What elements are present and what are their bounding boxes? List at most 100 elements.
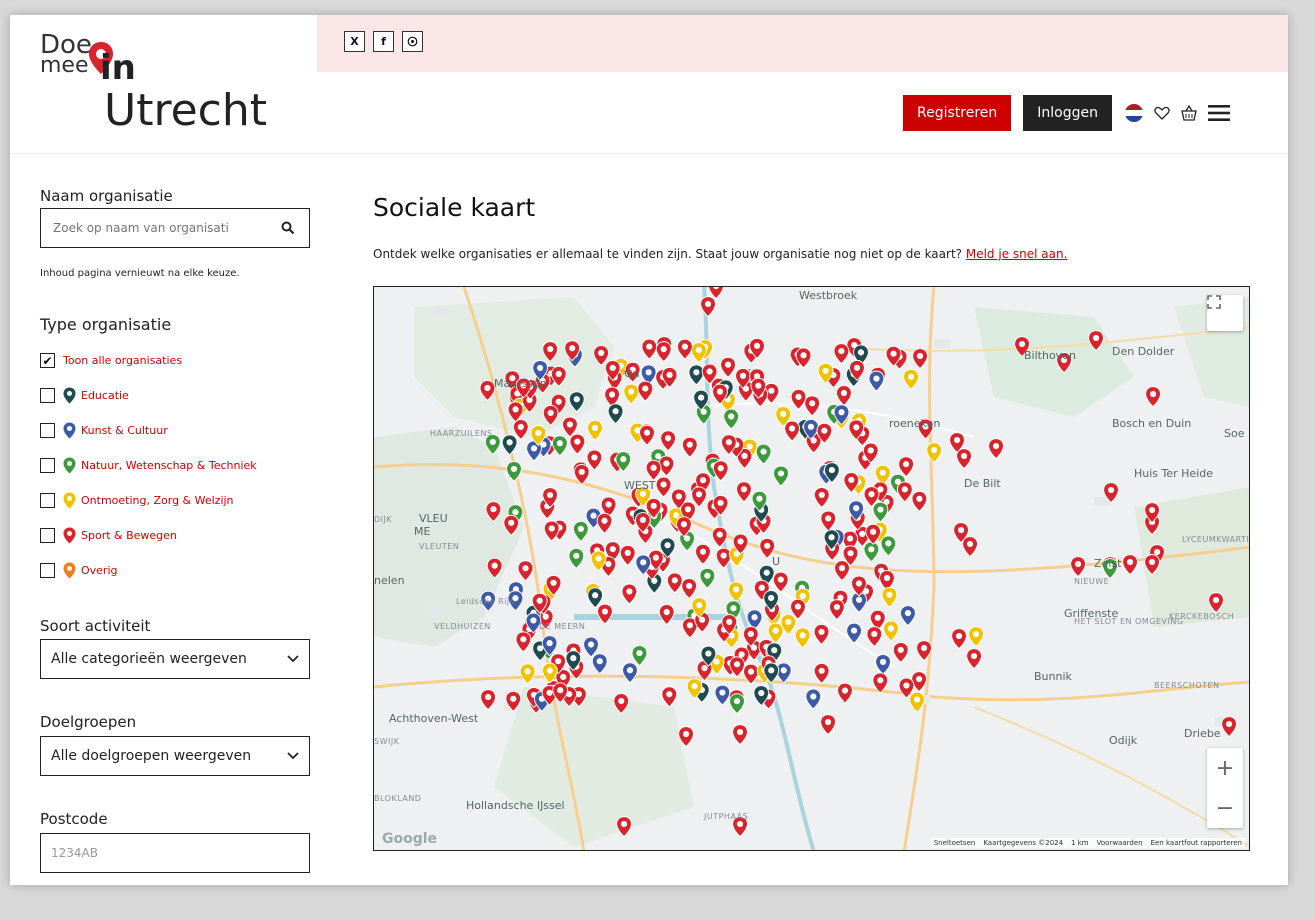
type-filter-label: Natuur, Wetenschap & Techniek [81, 459, 257, 472]
checkbox[interactable]: ✔ [40, 353, 55, 368]
attrib-shortcuts[interactable]: Sneltoetsen [934, 839, 976, 847]
map-district-label: DIJK [374, 515, 393, 524]
refresh-note: Inhoud pagina vernieuwt na elke keuze. [40, 268, 240, 279]
heart-icon[interactable] [1154, 106, 1170, 120]
basket-icon[interactable] [1180, 105, 1198, 121]
activity-select[interactable]: Alle categorieën weergeven [40, 639, 310, 679]
type-filter-item[interactable]: ✔ Toon alle organisaties [40, 343, 257, 378]
map-place-label: Maarssen [494, 377, 547, 390]
map-place-label: Bosch en Duin [1112, 417, 1192, 430]
header-actions: Registreren Inloggen [903, 95, 1230, 131]
type-filter-item[interactable]: Overig [40, 553, 257, 588]
intro-body: Ontdek welke organisaties er allemaal te… [373, 247, 963, 261]
activity-select-value: Alle categorieën weergeven [51, 651, 247, 667]
site-logo[interactable]: Doe mee in Utrecht [40, 32, 310, 143]
type-filter-item[interactable]: Sport & Bewegen [40, 518, 257, 553]
org-search-box [40, 208, 310, 248]
zoom-control: + − [1207, 748, 1243, 828]
logo-in: in [100, 48, 136, 88]
type-filter-label: Educatie [81, 389, 129, 402]
register-button[interactable]: Registreren [903, 95, 1012, 131]
fullscreen-button[interactable] [1207, 295, 1243, 331]
fullscreen-icon [1207, 295, 1221, 309]
target-label: Doelgroepen [40, 713, 137, 731]
checkbox[interactable] [40, 493, 55, 508]
map-place-label: Ou [624, 367, 640, 380]
map-attribution: Sneltoetsen Kaartgegevens ©2024 1 km Voo… [930, 838, 1245, 848]
category-pin-icon [63, 492, 76, 509]
chevron-down-icon [287, 655, 299, 663]
header-band [317, 15, 1288, 72]
zoom-out-button[interactable]: − [1207, 788, 1243, 828]
type-filter-item[interactable]: Natuur, Wetenschap & Techniek [40, 448, 257, 483]
map-place-label: De Bilt [964, 477, 1001, 490]
social-links: X f [344, 31, 423, 52]
signup-link[interactable]: Meld je snel aan. [966, 247, 1068, 261]
map-district-label: HAARZUILENS [430, 429, 493, 438]
map-district-label: JUTPHAAS [704, 812, 749, 821]
type-filter-item[interactable]: Ontmoeting, Zorg & Welzijn [40, 483, 257, 518]
header-divider [10, 153, 1288, 154]
type-filter-label: Sport & Bewegen [81, 529, 177, 542]
category-pin-icon [63, 562, 76, 579]
type-filter-item[interactable]: Educatie [40, 378, 257, 413]
zoom-in-button[interactable]: + [1207, 748, 1243, 788]
category-pin-icon [63, 422, 76, 439]
menu-icon[interactable] [1208, 104, 1230, 122]
type-filter-label: Kunst & Cultuur [81, 424, 168, 437]
language-flag-icon[interactable] [1124, 103, 1144, 123]
login-button[interactable]: Inloggen [1023, 95, 1112, 131]
postcode-input[interactable]: 1234AB [40, 833, 310, 873]
map-place-label: Hollandsche IJssel [466, 799, 565, 812]
map-place-label: Zeist [1094, 557, 1122, 570]
checkbox[interactable] [40, 563, 55, 578]
checkbox[interactable] [40, 388, 55, 403]
search-icon[interactable] [281, 221, 295, 235]
logo-utrecht: Utrecht [104, 85, 267, 136]
type-filter-label: Ontmoeting, Zorg & Welzijn [81, 494, 234, 507]
attrib-terms[interactable]: Voorwaarden [1097, 839, 1143, 847]
map-place-label: ME [414, 525, 431, 538]
map-district-label: VELDHUIZEN [434, 622, 491, 631]
checkbox[interactable] [40, 423, 55, 438]
facebook-icon[interactable]: f [373, 31, 394, 52]
type-filter-item[interactable]: Kunst & Cultuur [40, 413, 257, 448]
x-icon[interactable]: X [344, 31, 365, 52]
map-place-label: U [772, 555, 781, 568]
map-district-label: BEERSCHOTEN [1154, 681, 1220, 690]
map-district-label: Leidsche Rijn [456, 597, 516, 606]
org-search-input[interactable] [51, 220, 281, 236]
chevron-down-icon [287, 752, 299, 760]
target-select-value: Alle doelgroepen weergeven [51, 748, 252, 764]
map-container[interactable]: Westbroek Maarssen Den Dolder Bilthoven Bosc… [373, 286, 1250, 851]
map-district-label: SWIJK [374, 737, 400, 746]
whatsapp-icon[interactable] [402, 31, 423, 52]
map-place-label: Huis Ter Heide [1134, 467, 1214, 480]
attrib-mapdata[interactable]: Kaartgegevens ©2024 [983, 839, 1063, 847]
page-frame: Doe mee in Utrecht X f Registreren Inlog… [10, 15, 1288, 885]
type-filter-list: ✔ Toon alle organisaties Educatie Kunst & C… [40, 343, 257, 588]
logo-mee: mee [40, 53, 89, 78]
map-place-label: roenekan [889, 417, 941, 430]
map-place-label: Driebe [1184, 727, 1221, 740]
map-place-label: nelen [374, 574, 405, 587]
map-district-label: DE MEERN [539, 622, 586, 631]
map-place-label: VLEU [419, 512, 448, 525]
google-logo: Google [382, 831, 438, 847]
map-place-label: WEST [624, 479, 656, 492]
org-name-label: Naam organisatie [40, 187, 173, 205]
checkbox[interactable] [40, 528, 55, 543]
checkbox[interactable] [40, 458, 55, 473]
postcode-label: Postcode [40, 810, 108, 828]
map-place-label: Soe [1224, 427, 1245, 440]
attrib-scale: 1 km [1071, 839, 1089, 847]
map-district-label: LYCEUMKWARTIER [1182, 535, 1250, 544]
type-filter-label: Toon alle organisaties [63, 354, 183, 367]
type-filter-label: Overig [81, 564, 118, 577]
map-district-label: HET SLOT EN OMGEVING [1074, 617, 1184, 626]
map-place-label: Achthoven-West [389, 712, 479, 725]
map-district-label: VLEUTEN [419, 542, 460, 551]
map-place-label: Den Dolder [1112, 345, 1175, 358]
attrib-report[interactable]: Een kaartfout rapporteren [1151, 839, 1242, 847]
target-select[interactable]: Alle doelgroepen weergeven [40, 736, 310, 776]
